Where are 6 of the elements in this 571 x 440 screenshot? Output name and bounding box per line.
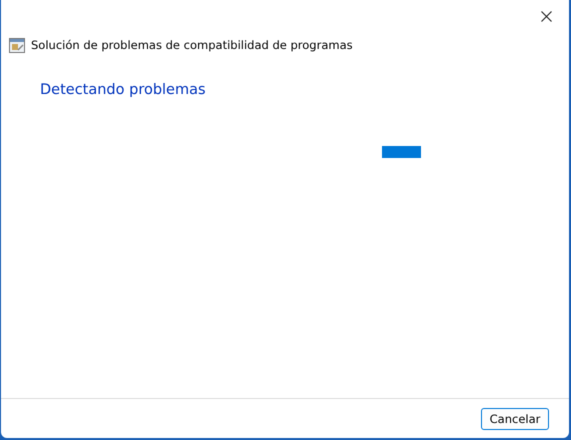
cancel-button[interactable]: Cancelar: [481, 408, 549, 430]
window-title: Solución de problemas de compatibilidad de programas: [31, 38, 353, 52]
close-icon: [540, 10, 552, 22]
progress-indicator: [382, 146, 421, 158]
status-heading: Detectando problemas: [40, 82, 207, 98]
app-icon: [9, 38, 25, 52]
